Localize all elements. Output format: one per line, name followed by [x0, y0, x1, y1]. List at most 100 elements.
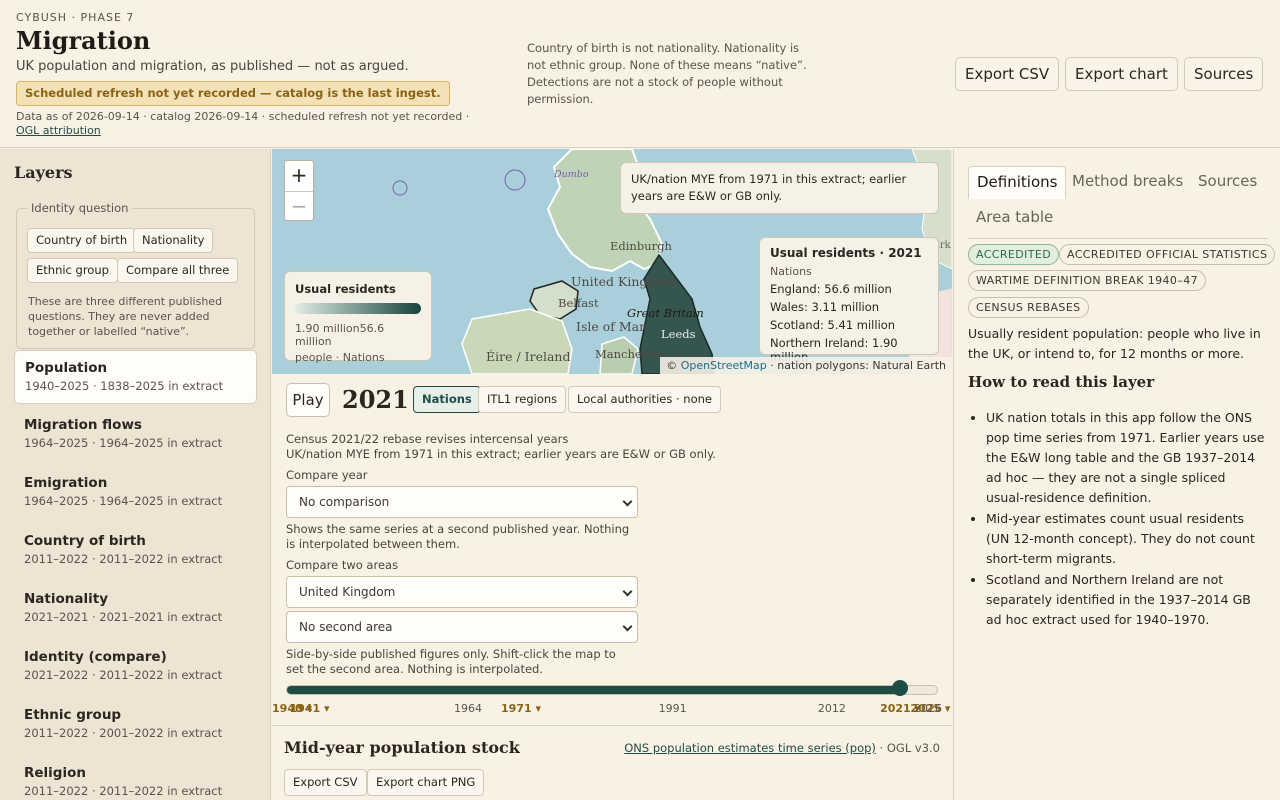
page-title: Migration [16, 26, 151, 55]
layer-range: 1964–2025 · 1964–2025 in extract [24, 494, 223, 508]
openstreetmap-link[interactable]: OpenStreetMap [681, 359, 767, 372]
compare-year-value: No comparison [299, 495, 390, 509]
layer-item-migration-flows[interactable]: Migration flows 1964–2025 · 1964–2025 in… [14, 408, 257, 462]
map-attribution: © OpenStreetMap · nation polygons: Natur… [660, 357, 952, 374]
map-label-united-kingdom: United Kingdom [571, 274, 675, 289]
layer-item-population[interactable]: Population 1940–2025 · 1838–2025 in extr… [14, 350, 257, 404]
map-label-manchester: Manchester [595, 347, 665, 361]
census-rebases-badge: CENSUS REBASES [968, 297, 1089, 318]
areas-help: Side-by-side published figures only. Shi… [286, 647, 616, 676]
zoom-out-button[interactable]: − [285, 191, 313, 221]
layer-definition: Usually resident population: people who … [968, 326, 1261, 361]
layer-range: 2011–2022 · 2001–2022 in extract [24, 726, 223, 740]
tooltip-row-wales: Wales: 3.11 million [770, 300, 880, 314]
island-outline [392, 180, 408, 196]
area-two-select[interactable]: No second area [286, 611, 638, 643]
nationality-button[interactable]: Nationality [133, 228, 214, 253]
info-tabs: Definitions Method breaks Sources Area t… [968, 163, 1268, 239]
layer-name: Migration flows [24, 417, 142, 433]
layer-name: Population [25, 360, 108, 376]
year-slider-thumb[interactable] [892, 680, 909, 696]
identity-note: These are three different published ques… [28, 295, 223, 338]
year-slider-track[interactable] [286, 685, 938, 695]
page-subtitle: UK population and migration, as publishe… [16, 59, 409, 74]
layer-item-ethnic-group[interactable]: Ethnic group 2011–2022 · 2001–2022 in ex… [14, 698, 257, 752]
map-label-dumbo: Dumbo [554, 169, 589, 180]
tab-method-breaks[interactable]: Method breaks [1064, 166, 1191, 199]
layer-item-emigration[interactable]: Emigration 1964–2025 · 1964–2025 in extr… [14, 466, 257, 520]
compare-areas-label: Compare two areas [286, 558, 399, 572]
play-button[interactable]: Play [286, 383, 330, 417]
info-panel: Definitions Method breaks Sources Area t… [953, 149, 1280, 800]
geo-nations-button[interactable]: Nations [413, 386, 481, 413]
export-csv-button[interactable]: Export CSV [955, 57, 1060, 91]
geo-local-authorities-button[interactable]: Local authorities · none [568, 386, 721, 413]
tooltip-title: Usual residents · 2021 [770, 246, 922, 260]
refresh-warning-badge: Scheduled refresh not yet recorded — cat… [16, 81, 450, 106]
current-year: 2021 [342, 385, 409, 414]
app-header: CYBUSH · PHASE 7 Migration UK population… [0, 0, 1280, 148]
map-label-isle-of-man: Isle of Man [576, 319, 648, 334]
wartime-break-badge: WARTIME DEFINITION BREAK 1940–47 [968, 270, 1207, 291]
compare-year-select[interactable]: No comparison [286, 486, 638, 518]
chevron-down-icon [622, 586, 633, 597]
attribution-prefix: © [666, 359, 681, 372]
ethnic-group-button[interactable]: Ethnic group [27, 258, 118, 283]
source-licence: · OGL v3.0 [875, 741, 940, 755]
identity-question-group: Identity question Country of birth Natio… [16, 201, 255, 349]
layer-item-nationality[interactable]: Nationality 2021–2021 · 2021–2021 in ext… [14, 582, 257, 636]
ogl-attribution-link[interactable]: OGL attribution [16, 124, 101, 137]
time-controls-panel: Play 2021 Nations ITL1 regions Local aut… [272, 374, 952, 726]
mye-note: UK/nation MYE from 1971 in this extract;… [286, 447, 716, 461]
export-chart-button[interactable]: Export chart [1065, 57, 1178, 91]
tab-definitions[interactable]: Definitions [968, 166, 1067, 199]
layer-item-identity-compare[interactable]: Identity (compare) 2021–2022 · 2011–2022… [14, 640, 257, 694]
list-item: Scotland and Northern Ireland are not se… [986, 570, 1266, 630]
chevron-down-icon [622, 621, 633, 632]
year-tick-1941[interactable]: 1941 ▾ [290, 702, 330, 715]
chart-export-png-button[interactable]: Export chart PNG [367, 769, 485, 796]
how-to-read-list: UK nation totals in this app follow the … [986, 408, 1266, 631]
identity-question-legend: Identity question [27, 201, 133, 215]
layer-range: 2011–2022 · 2011–2022 in extract [24, 552, 223, 566]
layer-range: 2021–2022 · 2011–2022 in extract [24, 668, 223, 682]
zoom-in-button[interactable]: + [285, 161, 313, 191]
layer-range: 1940–2025 · 1838–2025 in extract [25, 379, 224, 393]
sources-button[interactable]: Sources [1184, 57, 1264, 91]
compare-all-three-button[interactable]: Compare all three [117, 258, 239, 283]
map-label-belfast: Belfast [558, 296, 599, 310]
chart-section: Mid-year population stock ONS population… [272, 727, 952, 800]
tooltip-row-england: England: 56.6 million [770, 282, 892, 296]
map-label-great-britain: Great Britain [627, 306, 704, 320]
area-one-value: United Kingdom [299, 585, 396, 599]
tab-sources[interactable]: Sources [1190, 166, 1265, 199]
ons-source-link[interactable]: ONS population estimates time series (po… [624, 741, 876, 755]
year-slider-fill [287, 686, 900, 694]
layer-item-country-of-birth[interactable]: Country of birth 2011–2022 · 2011–2022 i… [14, 524, 257, 578]
how-to-read-heading: How to read this layer [968, 373, 1155, 391]
country-of-birth-button[interactable]: Country of birth [27, 228, 137, 253]
choropleth-map[interactable]: Edinburgh United Kingdom Great Britain B… [272, 149, 952, 374]
geo-itl1-button[interactable]: ITL1 regions [478, 386, 567, 413]
legend-title: Usual residents [295, 282, 396, 296]
layer-name: Ethnic group [24, 707, 122, 723]
compare-year-help: Shows the same series at a second publis… [286, 522, 630, 551]
year-tick-2012: 2012 [817, 702, 846, 715]
official-statistics-badge: ACCREDITED OFFICIAL STATISTICS [1059, 244, 1276, 265]
layer-range: 2021–2021 · 2021–2021 in extract [24, 610, 223, 624]
chart-export-csv-button[interactable]: Export CSV [284, 769, 367, 796]
layers-sidebar: Layers Identity question Country of birt… [0, 149, 271, 800]
layers-title: Layers [14, 163, 73, 182]
layer-name: Religion [24, 765, 86, 781]
compare-year-label: Compare year [286, 468, 368, 482]
layer-item-religion[interactable]: Religion 2011–2022 · 2011–2022 in extrac… [14, 756, 257, 800]
year-tick-1964: 1964 [453, 702, 482, 715]
area-one-select[interactable]: United Kingdom [286, 576, 638, 608]
layer-name: Nationality [24, 591, 108, 607]
map-label-leeds: Leeds [661, 327, 696, 341]
land-ireland [461, 308, 573, 374]
year-tick-2026: 2026 [914, 702, 942, 715]
year-tick-1971[interactable]: 1971 ▾ [501, 702, 541, 715]
legend-range: 1.90 million56.6 million [295, 322, 421, 348]
tab-area-table[interactable]: Area table [968, 202, 1061, 235]
